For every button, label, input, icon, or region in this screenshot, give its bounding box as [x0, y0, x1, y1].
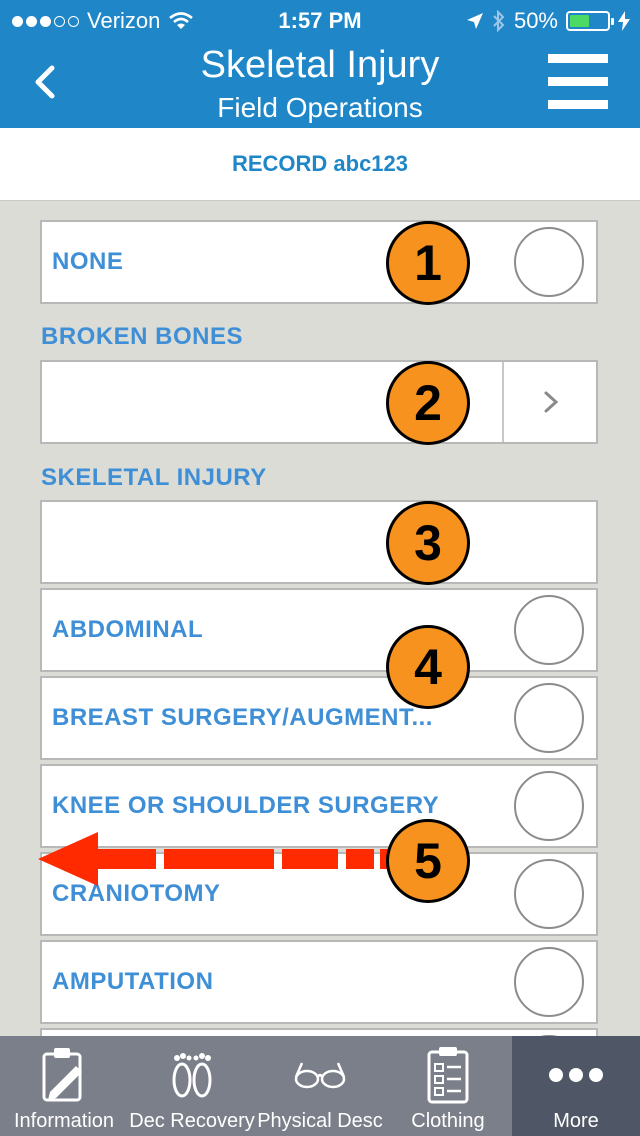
battery-percent: 50% — [513, 8, 558, 33]
radio-button[interactable] — [514, 595, 584, 665]
radio-button[interactable] — [514, 947, 584, 1017]
annotation-badge-1: 1 — [386, 221, 470, 305]
option-label: BREAST SURGERY/AUGMENT... — [52, 704, 433, 731]
annotation-badge-2: 2 — [386, 361, 470, 445]
option-amputation[interactable]: AMPUTATION — [40, 940, 598, 1024]
tab-label: More — [553, 1110, 599, 1132]
radio-button[interactable] — [514, 227, 584, 297]
annotation-badge-4: 4 — [386, 625, 470, 709]
navigation-bar: Verizon 1:57 PM 50% Skeletal Injury Fiel… — [0, 0, 640, 128]
option-none[interactable]: NONE — [40, 220, 598, 304]
tab-more[interactable]: More — [512, 1036, 640, 1136]
tab-dec-recovery[interactable]: Dec Recovery — [128, 1036, 256, 1136]
status-bar: Verizon 1:57 PM 50% — [0, 0, 640, 40]
location-arrow-icon — [466, 13, 483, 29]
option-label: NONE — [52, 248, 124, 275]
chevron-right-icon — [544, 391, 559, 413]
feet-icon — [172, 1053, 212, 1098]
checklist-icon — [427, 1047, 469, 1104]
option-abdominal[interactable]: ABDOMINAL — [40, 588, 598, 672]
annotation-badge-5: 5 — [386, 819, 470, 903]
tab-label: Clothing — [411, 1110, 485, 1132]
tab-bar: Information Dec Recovery Physical Desc C… — [0, 1036, 640, 1136]
page-title: Skeletal Injury — [200, 44, 440, 86]
radio-button[interactable] — [514, 683, 584, 753]
option-label: ABDOMINAL — [52, 616, 204, 643]
hamburger-menu-icon[interactable] — [548, 54, 608, 114]
tab-clothing[interactable]: Clothing — [384, 1036, 512, 1136]
annotation-badge-3: 3 — [386, 501, 470, 585]
tab-label: Dec Recovery — [129, 1110, 255, 1132]
option-breast-surgery[interactable]: BREAST SURGERY/AUGMENT... — [40, 676, 598, 760]
more-dots-icon — [549, 1068, 603, 1082]
option-label: AMPUTATION — [52, 968, 214, 995]
skeletal-injury-label: SKELETAL INJURY — [41, 464, 267, 491]
charging-bolt-icon — [618, 11, 630, 31]
swipe-left-arrow-annotation — [38, 832, 394, 886]
bluetooth-icon — [493, 10, 505, 32]
tab-label: Physical Desc — [257, 1110, 383, 1132]
tab-label: Information — [13, 1110, 115, 1132]
page-subtitle: Field Operations — [217, 92, 423, 123]
battery-icon — [566, 11, 614, 31]
clipboard-pencil-icon — [42, 1048, 82, 1102]
broken-bones-label: BROKEN BONES — [41, 323, 244, 350]
broken-bones-selector[interactable] — [40, 360, 598, 444]
glasses-icon — [294, 1062, 346, 1089]
skeletal-injury-field[interactable] — [40, 500, 598, 584]
tab-information[interactable]: Information — [0, 1036, 128, 1136]
record-id: RECORD abc123 — [0, 128, 640, 201]
divider — [502, 362, 504, 442]
tab-physical-desc[interactable]: Physical Desc — [256, 1036, 384, 1136]
